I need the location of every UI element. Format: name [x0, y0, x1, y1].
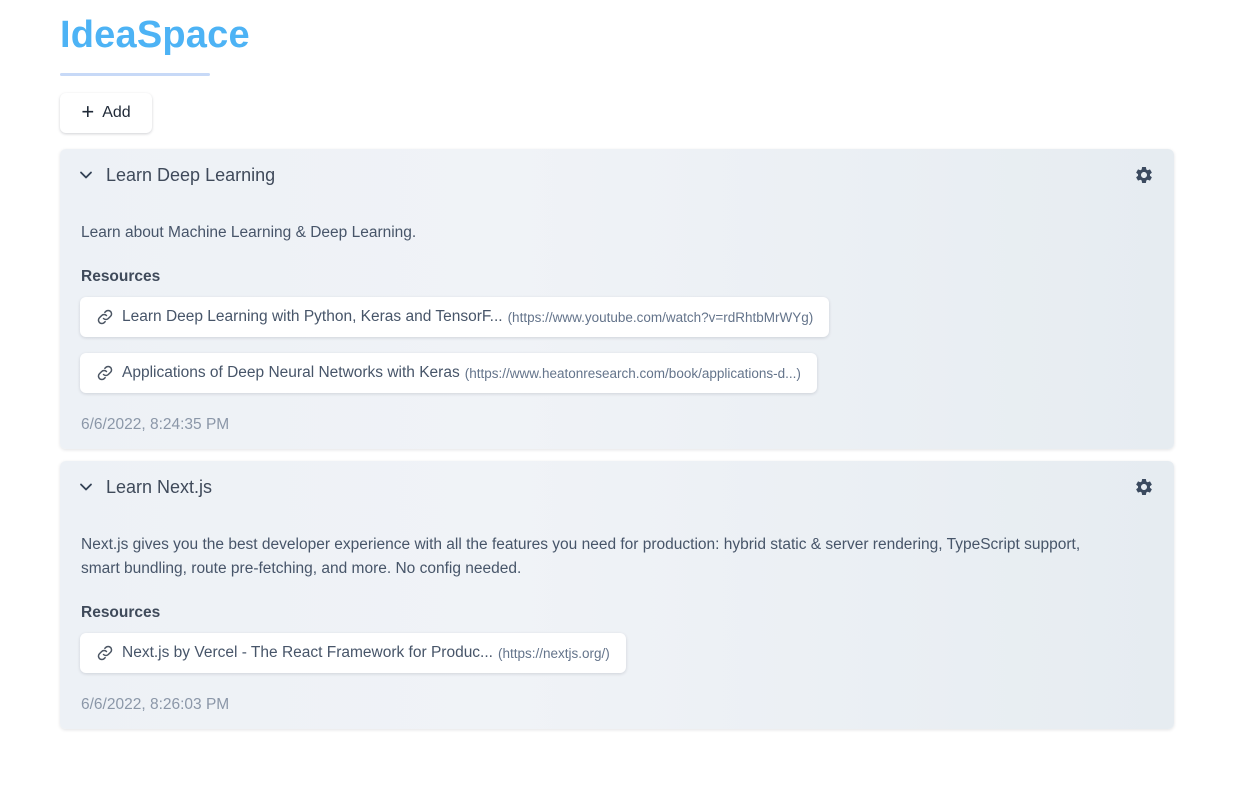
idea-card-header[interactable]: Learn Next.js: [60, 461, 1174, 513]
resource-link[interactable]: Next.js by Vercel - The React Framework …: [80, 633, 626, 673]
resource-link[interactable]: Learn Deep Learning with Python, Keras a…: [80, 297, 830, 337]
resources-heading: Resources: [81, 268, 161, 285]
idea-card: Learn Next.js Next.js gives you the best…: [60, 461, 1174, 729]
add-button[interactable]: + Add: [60, 93, 152, 133]
resource-url: (https://nextjs.org/): [497, 645, 610, 661]
idea-timestamp: 6/6/2022, 8:24:35 PM: [81, 416, 230, 433]
link-icon: [97, 365, 113, 381]
gear-icon[interactable]: [1134, 477, 1154, 497]
brand-title: IdeaSpace: [60, 14, 250, 56]
idea-card: Learn Deep Learning Learn about Machine …: [60, 149, 1174, 449]
idea-timestamp: 6/6/2022, 8:26:03 PM: [81, 696, 230, 713]
resource-title: Next.js by Vercel - The React Framework …: [122, 644, 493, 661]
idea-card-header[interactable]: Learn Deep Learning: [60, 149, 1174, 201]
idea-description: Next.js gives you the best developer exp…: [81, 536, 1081, 577]
resource-title: Applications of Deep Neural Networks wit…: [122, 364, 460, 381]
idea-description: Learn about Machine Learning & Deep Lear…: [81, 224, 417, 241]
resource-title: Learn Deep Learning with Python, Keras a…: [122, 308, 503, 325]
link-icon: [97, 645, 113, 661]
plus-icon: +: [81, 99, 95, 124]
brand-underline: [60, 73, 210, 76]
chevron-down-icon[interactable]: [79, 168, 93, 182]
add-button-label: Add: [102, 104, 131, 121]
gear-icon[interactable]: [1134, 165, 1154, 185]
chevron-down-icon[interactable]: [79, 480, 93, 494]
page: IdeaSpace + Add Learn Deep Learning Lear…: [0, 0, 1249, 796]
resource-link[interactable]: Applications of Deep Neural Networks wit…: [80, 353, 817, 393]
resource-url: (https://www.heatonresearch.com/book/app…: [464, 365, 801, 381]
idea-title: Learn Next.js: [106, 477, 213, 497]
link-icon: [97, 309, 113, 325]
resources-heading: Resources: [81, 604, 161, 621]
idea-title: Learn Deep Learning: [106, 165, 276, 185]
resource-url: (https://www.youtube.com/watch?v=rdRhtbM…: [507, 309, 814, 325]
